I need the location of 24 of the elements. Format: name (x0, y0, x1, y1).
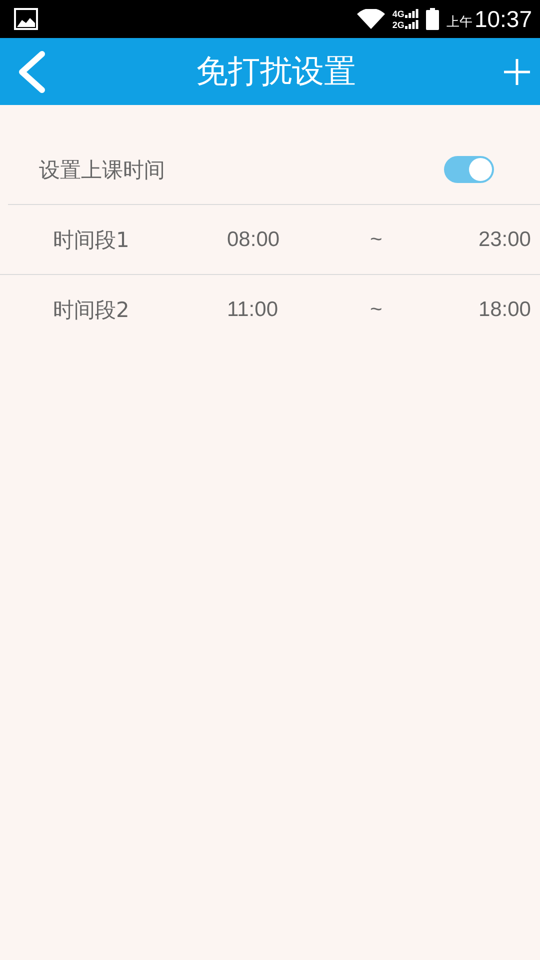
network-label: 2G (392, 20, 404, 30)
start-time[interactable]: 08:00 (227, 228, 280, 252)
signal-icon (405, 20, 420, 29)
clock: 10:37 (474, 6, 532, 32)
back-icon (16, 50, 48, 94)
range-separator: ~ (370, 228, 382, 252)
time-period: 上午 (446, 14, 472, 31)
period-name: 时间段1 (53, 226, 130, 254)
end-time[interactable]: 18:00 (478, 298, 531, 322)
plus-icon (504, 58, 530, 84)
add-button[interactable] (504, 58, 530, 84)
toggle-switch[interactable] (444, 156, 494, 183)
period-name: 时间段2 (53, 296, 130, 324)
end-time[interactable]: 23:00 (478, 228, 531, 252)
screen-title: 免打扰设置 (196, 50, 356, 92)
start-time[interactable]: 11:00 (227, 298, 278, 322)
picture-icon (14, 8, 38, 30)
wifi-icon (357, 9, 386, 29)
back-button[interactable] (16, 50, 48, 94)
battery-icon (426, 8, 440, 30)
setting-label: 设置上课时间 (39, 156, 165, 184)
range-separator: ~ (370, 298, 382, 322)
network-label: 4G (392, 8, 404, 18)
signal-icon (405, 9, 420, 18)
